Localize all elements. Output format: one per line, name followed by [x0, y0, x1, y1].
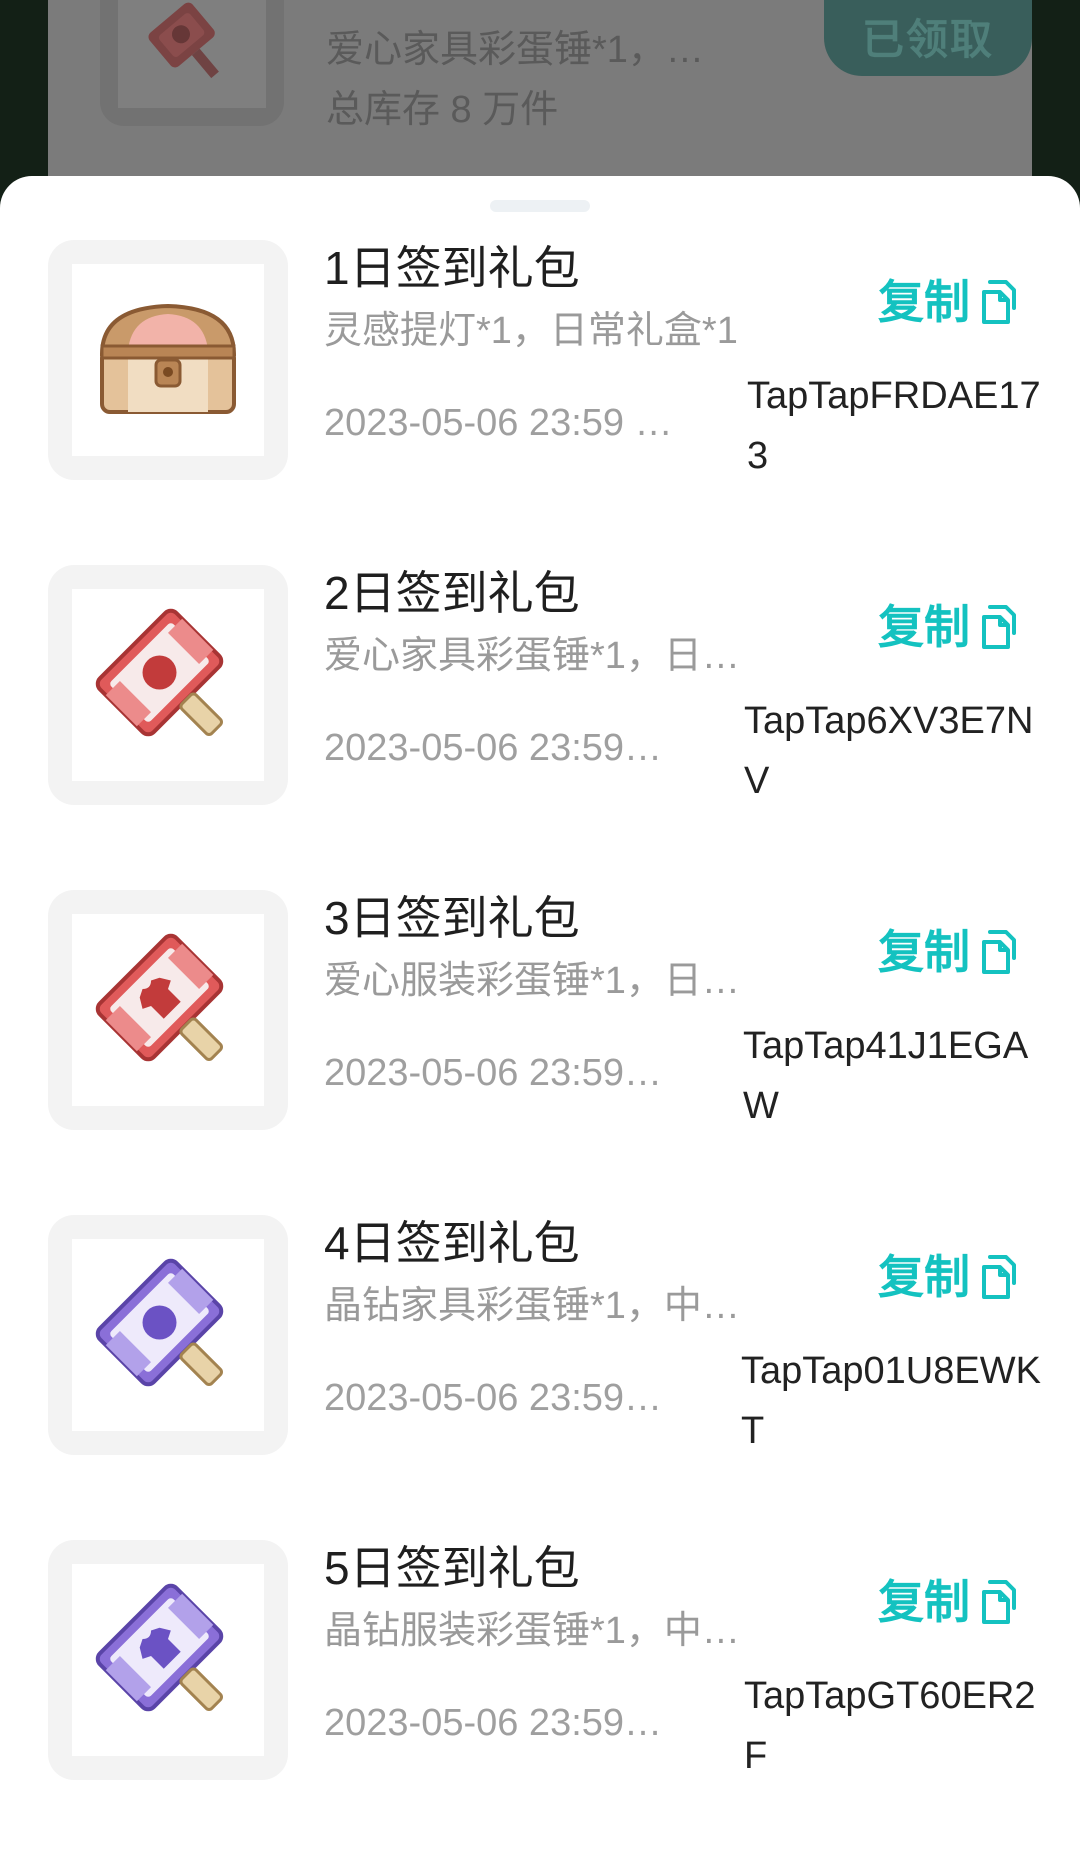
furniture-hammer-icon [95, 1258, 224, 1387]
copy-label: 复制 [878, 926, 970, 978]
gift-expiry-date: 2023-05-06 23:59… [324, 1052, 663, 1094]
gift-item: 1日签到礼包 灵感提灯*1，日常礼盒*1 2023-05-06 23:59 … … [0, 136, 1080, 480]
gift-item: 3日签到礼包 爱心服装彩蛋锤*1，日… 2023-05-06 23:59… Ta… [0, 786, 1080, 1130]
gift-thumbnail [48, 1215, 288, 1455]
copy-icon [982, 1255, 1016, 1299]
gift-desc: 晶钻服装彩蛋锤*1，中… [324, 1610, 740, 1652]
gift-code: TapTapGT60ER2F [744, 1675, 1036, 1777]
background-gift-stock: 总库存 8 万件 [326, 89, 559, 131]
copy-icon [982, 280, 1016, 324]
gift-item: 5日签到礼包 晶钻服装彩蛋锤*1，中… 2023-05-06 23:59… Ta… [0, 1436, 1080, 1780]
clothing-hammer-icon [95, 1583, 224, 1712]
background-gift-desc: 爱心家具彩蛋锤*1，… [326, 29, 704, 71]
gift-thumbnail [48, 565, 288, 805]
gift-desc: 爱心服装彩蛋锤*1，日… [324, 960, 740, 1002]
copy-button[interactable]: 复制 [878, 1247, 1022, 1307]
hammer-icon [148, 2, 219, 79]
gift-title: 3日签到礼包 [324, 892, 580, 944]
copy-button[interactable]: 复制 [878, 1572, 1022, 1632]
gift-expiry-date: 2023-05-06 23:59 … [324, 402, 673, 444]
gift-thumbnail [48, 240, 288, 480]
copy-label: 复制 [878, 276, 970, 328]
gift-thumbnail [48, 890, 288, 1130]
gift-expiry-date: 2023-05-06 23:59… [324, 1702, 663, 1744]
copy-label: 复制 [878, 601, 970, 653]
gift-item: 4日签到礼包 晶钻家具彩蛋锤*1，中… 2023-05-06 23:59… Ta… [0, 1111, 1080, 1455]
gift-code-sheet: 1日签到礼包 灵感提灯*1，日常礼盒*1 2023-05-06 23:59 … … [0, 176, 1080, 1860]
gift-desc: 晶钻家具彩蛋锤*1，中… [324, 1285, 740, 1327]
treasure-chest-icon [99, 303, 237, 414]
gift-item: 2日签到礼包 爱心家具彩蛋锤*1，日… 2023-05-06 23:59… Ta… [0, 461, 1080, 805]
gift-desc: 爱心家具彩蛋锤*1，日… [324, 635, 740, 677]
copy-label: 复制 [878, 1251, 970, 1303]
gift-expiry-date: 2023-05-06 23:59… [324, 727, 663, 769]
copy-button[interactable]: 复制 [878, 272, 1022, 332]
copy-icon [982, 1580, 1016, 1624]
gift-title: 1日签到礼包 [324, 242, 580, 294]
gift-desc: 灵感提灯*1，日常礼盒*1 [324, 310, 738, 352]
gift-title: 4日签到礼包 [324, 1217, 580, 1269]
copy-icon [982, 605, 1016, 649]
copy-label: 复制 [878, 1576, 970, 1628]
gift-expiry-date: 2023-05-06 23:59… [324, 1377, 663, 1419]
gift-thumbnail [48, 1540, 288, 1780]
clothing-hammer-icon [95, 933, 224, 1062]
copy-icon [982, 930, 1016, 974]
furniture-hammer-icon [95, 608, 224, 737]
gift-title: 2日签到礼包 [324, 567, 580, 619]
gift-title: 5日签到礼包 [324, 1542, 580, 1594]
copy-button[interactable]: 复制 [878, 597, 1022, 657]
copy-button[interactable]: 复制 [878, 922, 1022, 982]
claimed-button[interactable]: 已领取 [824, 0, 1032, 76]
